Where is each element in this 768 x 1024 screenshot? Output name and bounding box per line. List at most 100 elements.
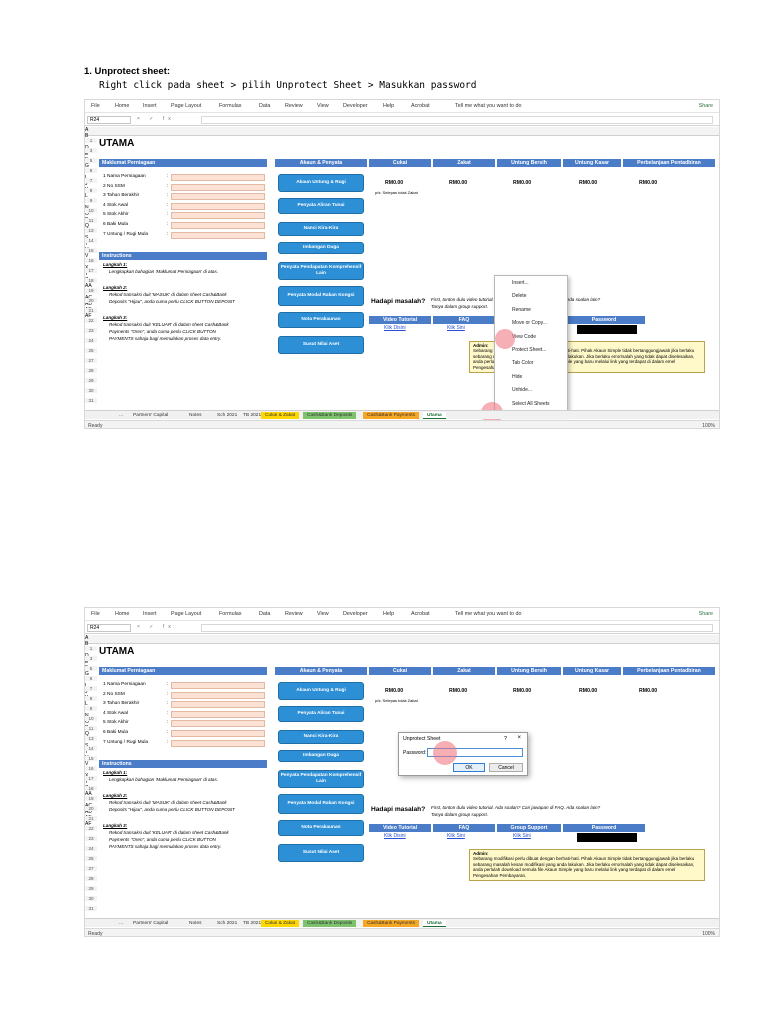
ribbon-tab[interactable]: File [91,103,100,109]
context-menu-item[interactable]: Hide [512,374,522,380]
row-label[interactable]: 9 [85,706,97,711]
sheet-tab[interactable]: Cash&Bank Payments [363,920,419,927]
sheet-tab[interactable]: Cukai & Zakat [261,412,300,419]
row-label[interactable]: 19 [85,288,97,293]
context-menu-item[interactable]: Move or Copy... [512,320,547,326]
ribbon-tab[interactable]: Home [115,611,129,617]
ribbon-tab[interactable]: View [317,611,329,617]
report-button[interactable]: Akaun Untung & Rugi [278,682,364,700]
info-input[interactable] [171,730,265,737]
row-label[interactable]: 16 [85,766,97,771]
ribbon-tab[interactable]: Insert [143,103,156,109]
row-label[interactable]: 27 [85,866,97,871]
faq-link[interactable]: Klik Sini [447,325,465,331]
row-label[interactable]: 22 [85,318,97,323]
sheet-tab[interactable]: Partners' Capital [129,412,172,419]
report-button[interactable]: Penyata Modal Rakan Kongsi [278,794,364,814]
faq-link[interactable]: Klik Sini [447,833,465,839]
ribbon-tab[interactable]: Formulas [219,611,241,617]
row-label[interactable]: 21 [85,308,97,313]
name-box[interactable]: R24 [87,116,131,124]
row-label[interactable]: 31 [85,906,97,911]
ribbon-tab[interactable]: Help [383,103,394,109]
report-button[interactable]: Imbangan Duga [278,750,364,762]
row-label[interactable]: 17 [85,776,97,781]
report-button[interactable]: Imbangan Duga [278,242,364,254]
info-input[interactable] [171,174,265,181]
info-input[interactable] [171,222,265,229]
ribbon-tab[interactable]: Page Layout [171,611,201,617]
row-label[interactable]: 28 [85,368,97,373]
sheet-tab[interactable]: Utama [423,920,446,927]
ribbon-tab[interactable]: File [91,611,100,617]
row-label[interactable]: 30 [85,388,97,393]
ok-button[interactable]: OK [453,763,485,772]
sheet-tab[interactable]: ... [115,920,127,927]
row-label[interactable]: 23 [85,836,97,841]
report-button[interactable]: Nanci Kira-Kira [278,730,364,744]
context-menu-item[interactable]: Delete [512,293,526,299]
row-label[interactable]: 28 [85,876,97,881]
row-label[interactable]: 8 [85,188,97,193]
row-label[interactable]: 13 [85,228,97,233]
sheet-tab[interactable]: Utama [423,412,446,419]
context-menu-item[interactable]: Protect Sheet... [512,347,546,353]
info-input[interactable] [171,193,265,201]
ribbon-tab[interactable]: Help [383,611,394,617]
formula-input[interactable] [201,624,713,632]
row-label[interactable]: 1 [85,646,97,651]
help-icon[interactable]: ? [504,736,507,742]
row-label[interactable]: 15 [85,248,97,253]
share-button[interactable]: Share [699,103,713,109]
info-input[interactable] [171,212,265,220]
sheet-tab[interactable]: Cukai & Zakat [261,920,300,927]
close-icon[interactable]: × [517,735,521,741]
ribbon-tab[interactable]: Acrobat [411,103,430,109]
row-label[interactable]: 5 [85,158,97,163]
row-label[interactable]: 3 [85,148,97,153]
report-button[interactable]: Penyata Pendapatan Komprehensif Lain [278,262,364,280]
report-button[interactable]: Penyata Aliran Tunai [278,198,364,214]
group-link[interactable]: Klik Sini [513,833,531,839]
sheet-tab[interactable]: Partners' Capital [129,920,172,927]
row-label[interactable]: 6 [85,168,97,173]
row-label[interactable]: 27 [85,358,97,363]
row-label[interactable]: 24 [85,846,97,851]
report-button[interactable]: Penyata Aliran Tunai [278,706,364,722]
row-label[interactable]: 14 [85,238,97,243]
row-label[interactable]: 20 [85,298,97,303]
row-label[interactable]: 13 [85,736,97,741]
row-label[interactable]: 5 [85,666,97,671]
ribbon-tab[interactable]: Formulas [219,103,241,109]
report-button[interactable]: Nota Perakaunan [278,312,364,328]
row-label[interactable]: 7 [85,686,97,691]
row-label[interactable]: 18 [85,278,97,283]
row-label[interactable]: 14 [85,746,97,751]
ribbon-tab[interactable]: Review [285,103,303,109]
report-button[interactable]: Susut Nilai Aset [278,336,364,354]
context-menu-item[interactable]: Unhide... [512,387,532,393]
sheet-tab[interactable]: Notes [185,920,206,927]
context-menu-item[interactable]: Rename [512,307,531,313]
row-label[interactable]: 29 [85,378,97,383]
row-label[interactable]: 29 [85,886,97,891]
sheet-tab[interactable]: Notes [185,412,206,419]
ribbon-tab[interactable]: Review [285,611,303,617]
row-label[interactable]: 23 [85,328,97,333]
sheet-tab[interactable]: Sch 2021 [213,412,241,419]
row-label[interactable]: 25 [85,856,97,861]
ribbon-tab[interactable]: Insert [143,611,156,617]
row-label[interactable]: 25 [85,348,97,353]
report-button[interactable]: Penyata Pendapatan Komprehensif Lain [278,770,364,788]
row-label[interactable]: 31 [85,398,97,403]
ribbon-tab[interactable]: View [317,103,329,109]
row-label[interactable]: 11 [85,726,97,731]
row-label[interactable]: 20 [85,806,97,811]
name-box[interactable]: R24 [87,624,131,632]
tell-me-box[interactable]: Tell me what you want to do [455,103,522,109]
formula-input[interactable] [201,116,713,124]
info-input[interactable] [171,701,265,709]
row-label[interactable]: 15 [85,756,97,761]
row-label[interactable]: 9 [85,198,97,203]
info-input[interactable] [171,231,265,239]
